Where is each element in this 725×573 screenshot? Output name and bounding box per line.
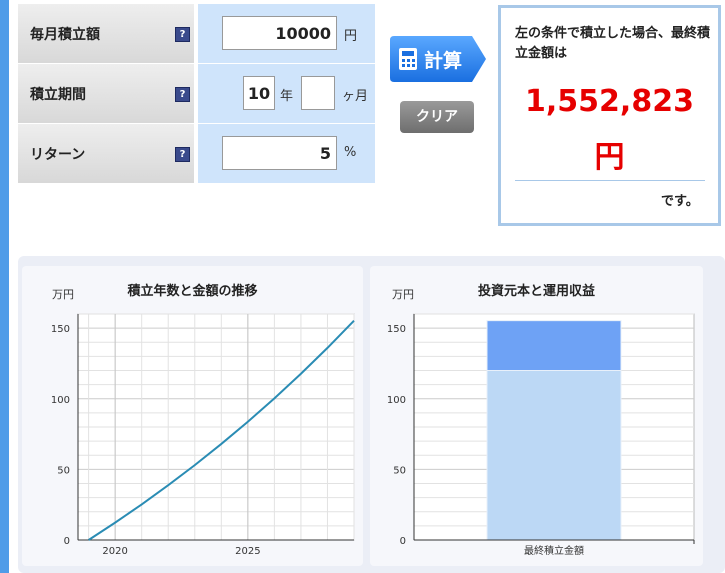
- result-amount: 1,552,823: [525, 84, 694, 119]
- monthly-amount-input[interactable]: [222, 16, 337, 50]
- period-years-unit: 年: [280, 89, 294, 104]
- monthly-amount-label: 毎月積立額: [30, 27, 100, 43]
- x-tick-label: 2025: [235, 546, 260, 557]
- y-tick-label: 0: [64, 536, 70, 547]
- return-row: リターン ? %: [18, 124, 375, 184]
- monthly-amount-value-cell: 円: [198, 4, 375, 64]
- result-suffix: です。: [661, 194, 699, 209]
- monthly-amount-row: 毎月積立額 ? 円: [18, 4, 375, 64]
- period-years-input[interactable]: [243, 76, 275, 110]
- help-icon[interactable]: ?: [175, 147, 190, 162]
- line-chart-panel: 積立年数と金額の推移 万円 2020 2025 0 50 100 150: [22, 266, 363, 566]
- return-input[interactable]: [222, 136, 337, 170]
- period-months-input[interactable]: [301, 76, 335, 110]
- calculate-button[interactable]: 計算: [390, 36, 486, 82]
- result-divider: [515, 180, 705, 181]
- bar-chart-panel: 投資元本と運用収益 万円 0 50 100 150 最終積立金額: [370, 266, 703, 566]
- period-label: 積立期間: [30, 87, 86, 103]
- return-unit: %: [344, 145, 357, 160]
- help-icon[interactable]: ?: [175, 27, 190, 42]
- bar-chart: 0 50 100 150 最終積立金額: [387, 313, 695, 557]
- principal-bar: [486, 370, 622, 541]
- return-bar: [486, 320, 622, 371]
- y-tick-label: 50: [393, 465, 406, 476]
- return-label-cell: リターン ?: [18, 124, 194, 184]
- y-tick-label: 100: [387, 395, 406, 406]
- clear-button[interactable]: クリア: [400, 101, 474, 133]
- line-chart: 2020 2025 0 50 100 150: [51, 313, 355, 557]
- calculator-icon: [399, 48, 417, 70]
- charts-area: 積立年数と金額の推移 万円 2020 2025 0 50 100 150 投資元本と運用収…: [18, 256, 725, 573]
- result-description: 左の条件で積立した場合、最終積立金額は: [515, 26, 711, 61]
- period-months-unit: ヶ月: [342, 89, 369, 104]
- y-tick-label: 0: [400, 536, 406, 547]
- y-tick-label: 50: [57, 465, 70, 476]
- y-tick-label: 150: [51, 324, 70, 335]
- period-value-cell: 年 ヶ月: [198, 64, 375, 124]
- y-tick-label: 100: [51, 395, 70, 406]
- period-row: 積立期間 ? 年 ヶ月: [18, 64, 375, 124]
- monthly-amount-unit: 円: [344, 29, 358, 44]
- return-label: リターン: [30, 147, 86, 163]
- category-label: 最終積立金額: [524, 544, 584, 557]
- x-tick-label: 2020: [102, 546, 127, 557]
- monthly-amount-label-cell: 毎月積立額 ?: [18, 4, 194, 64]
- y-tick-label: 150: [387, 324, 406, 335]
- return-value-cell: %: [198, 124, 375, 184]
- result-panel: 左の条件で積立した場合、最終積立金額は 1,552,823 円 です。: [498, 5, 721, 226]
- help-icon[interactable]: ?: [175, 87, 190, 102]
- left-accent-strip: [0, 0, 9, 573]
- result-currency: 円: [594, 140, 625, 175]
- period-label-cell: 積立期間 ?: [18, 64, 194, 124]
- calculate-label: 計算: [424, 50, 463, 72]
